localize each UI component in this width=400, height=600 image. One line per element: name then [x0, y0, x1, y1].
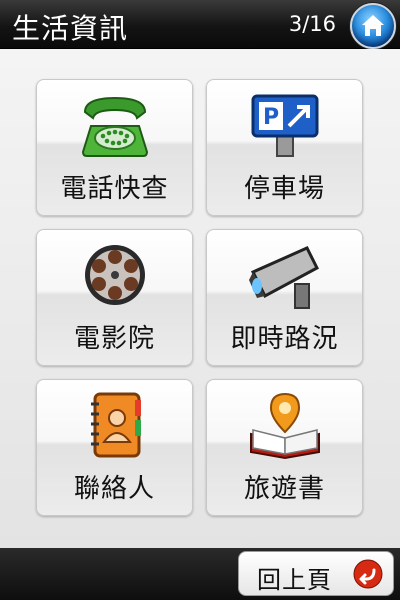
page-title: 生活資訊: [12, 12, 129, 45]
back-button-label: 回上頁: [257, 566, 332, 594]
address-book-icon: [91, 392, 141, 458]
menu-grid: 電話快查 P 停車場 電影院 即時路況 聯絡人 旅遊書: [0, 49, 400, 548]
tile-label: 停車場: [243, 174, 325, 204]
tile-label: 即時路況: [230, 324, 339, 354]
tile-parking[interactable]: P 停車場: [206, 79, 363, 216]
tile-travel-book[interactable]: 旅遊書: [206, 379, 363, 516]
telephone-icon: [81, 96, 149, 157]
back-button[interactable]: 回上頁: [238, 551, 394, 596]
film-reel-icon: [85, 245, 145, 305]
tile-label: 電話快查: [60, 174, 169, 204]
tile-live-traffic[interactable]: 即時路況: [206, 229, 363, 366]
back-arrow-icon: [353, 559, 383, 589]
home-button[interactable]: [350, 3, 396, 49]
tile-cinema[interactable]: 電影院: [36, 229, 193, 366]
top-bar: 生活資訊 3/16: [0, 0, 400, 49]
home-icon: [362, 15, 384, 36]
travel-book-icon: [250, 392, 320, 460]
svg-text:P: P: [263, 105, 279, 130]
tile-phone-lookup[interactable]: 電話快查: [36, 79, 193, 216]
bottom-bar: 回上頁: [0, 548, 400, 600]
tile-label: 旅遊書: [243, 474, 325, 504]
traffic-camera-icon: [249, 246, 319, 309]
page-indicator: 3/16: [288, 12, 336, 36]
tile-label: 聯絡人: [73, 474, 155, 504]
parking-sign-icon: P: [251, 94, 319, 157]
tile-contacts[interactable]: 聯絡人: [36, 379, 193, 516]
tile-label: 電影院: [73, 324, 155, 354]
